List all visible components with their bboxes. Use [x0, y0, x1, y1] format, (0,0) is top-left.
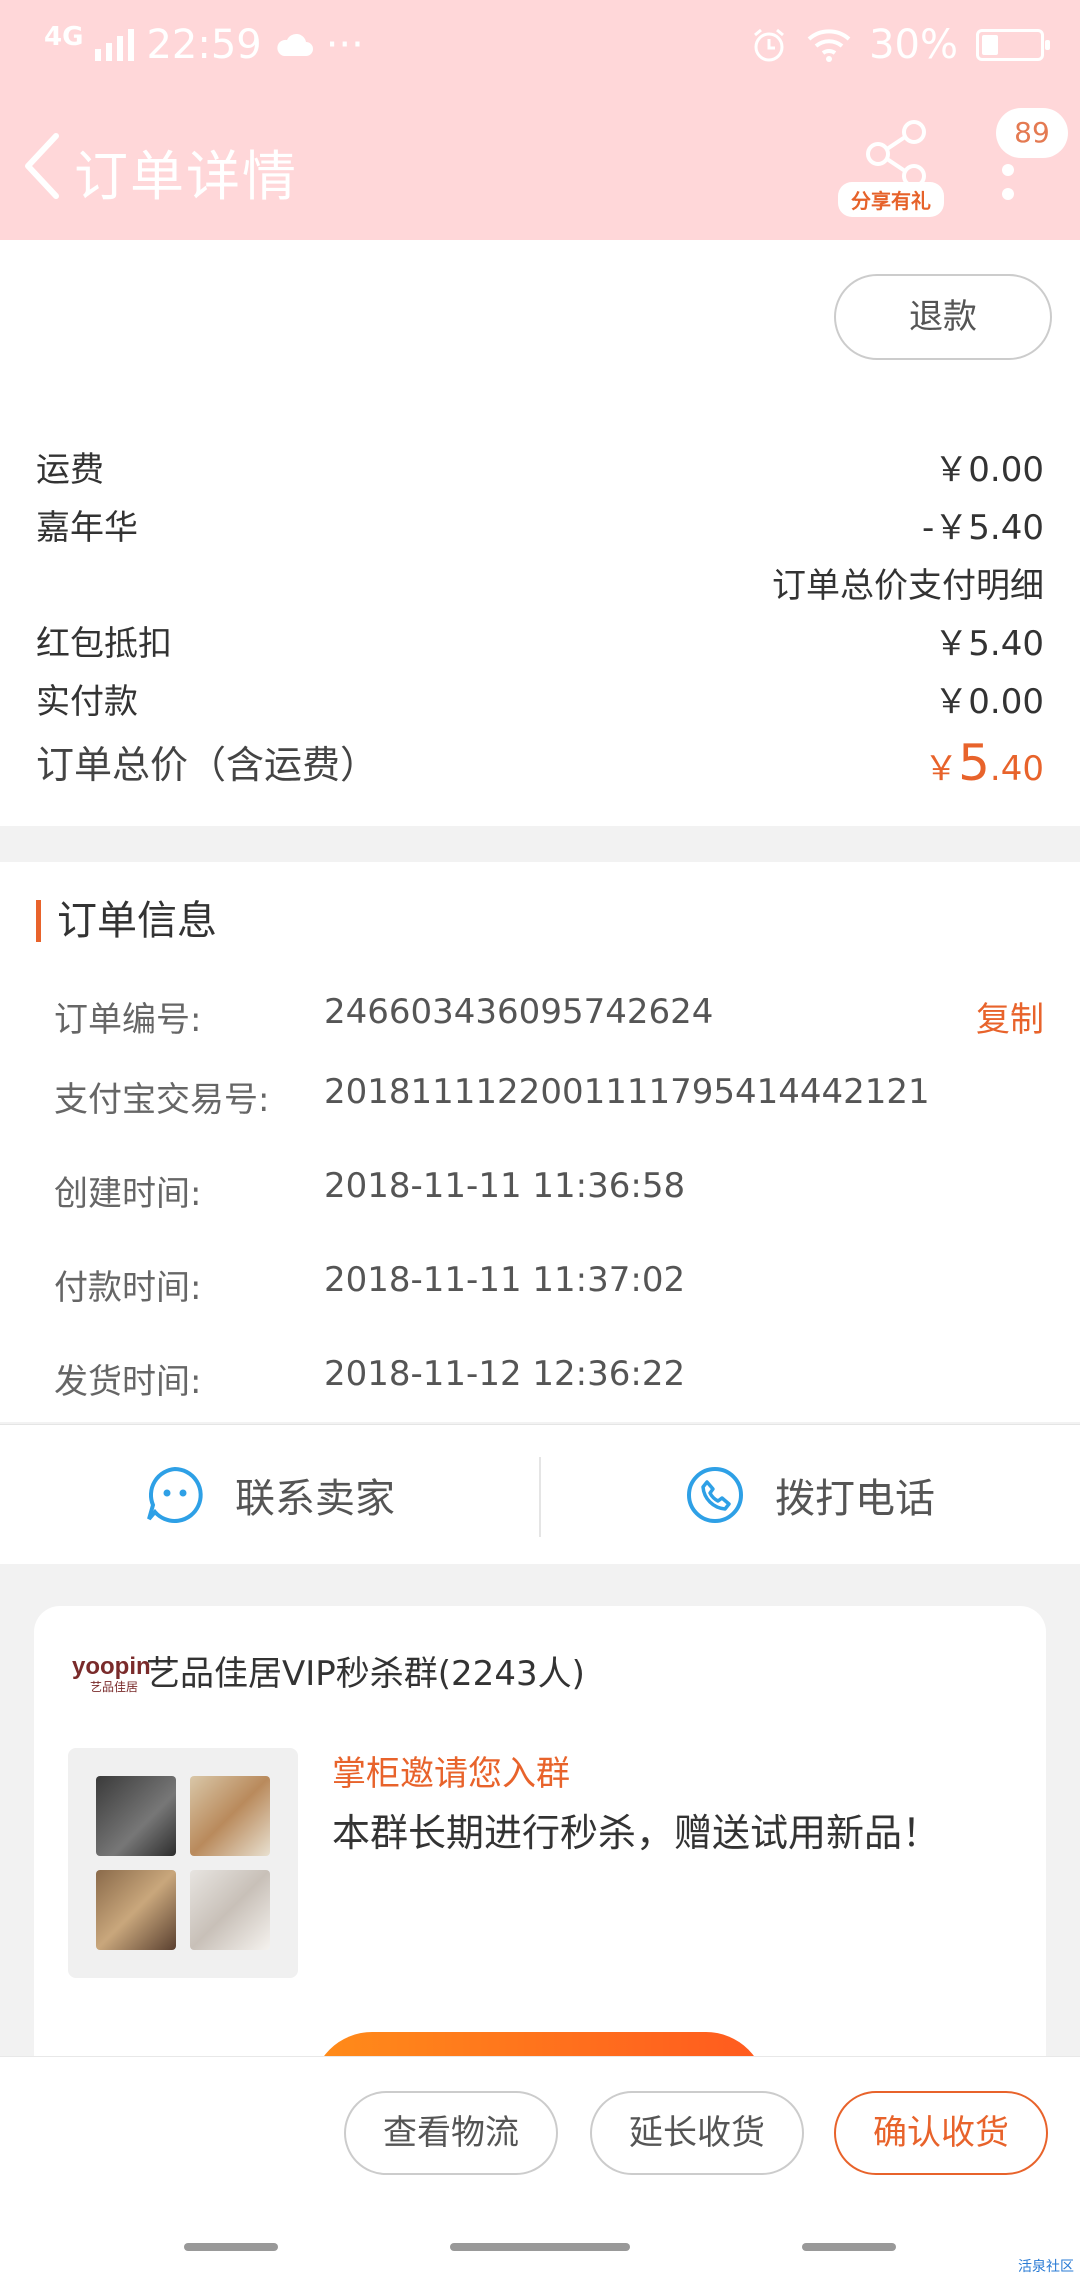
contact-bar: 联系卖家 拨打电话 — [0, 1424, 1080, 1564]
more-icon[interactable] — [1002, 164, 1016, 228]
wifi-icon — [807, 29, 851, 62]
status-left: 4G 22:59 ··· — [44, 22, 364, 68]
contact-seller-label: 联系卖家 — [235, 1476, 395, 1522]
call-phone-label: 拨打电话 — [775, 1476, 935, 1522]
logo-subtext: 艺品佳居 — [90, 1680, 138, 1694]
info-label: 付款时间: — [54, 1268, 202, 1308]
watermark: 活泉社区 — [1018, 2259, 1074, 2275]
clock: 22:59 — [146, 22, 262, 68]
avatar — [190, 1870, 270, 1950]
price-row-redpacket: 红包抵扣 ￥5.40 — [36, 616, 1044, 666]
status-right: 30% — [749, 22, 1050, 68]
total-integer: 5 — [958, 734, 990, 792]
battery-icon — [976, 29, 1050, 61]
price-panel: 退款 运费 ￥0.00 嘉年华 -￥5.40 订单总价支付明细 红包抵扣 ￥5.… — [0, 240, 1080, 826]
price-row-total: 订单总价（含运费） ￥5.40 — [36, 734, 1044, 794]
group-avatars — [68, 1748, 298, 1978]
extend-receipt-button[interactable]: 延长收货 — [590, 2091, 804, 2175]
total-currency: ￥ — [924, 749, 959, 789]
total-value: ￥5.40 — [924, 734, 1044, 792]
price-row-paid: 实付款 ￥0.00 — [36, 674, 1044, 724]
info-label: 发货时间: — [54, 1362, 202, 1402]
price-row-detail-link[interactable]: 订单总价支付明细 — [36, 558, 1044, 608]
order-number: 246603436095742624 — [324, 992, 714, 1032]
cloud-icon — [277, 33, 313, 56]
share-button[interactable]: 分享有礼 — [838, 118, 944, 228]
price-label: 嘉年华 — [36, 508, 138, 548]
price-value: ￥0.00 — [934, 450, 1044, 490]
info-label: 创建时间: — [54, 1174, 202, 1214]
section-title: 订单信息 — [36, 900, 217, 942]
payment-detail-link[interactable]: 订单总价支付明细 — [772, 558, 1044, 607]
info-label: 订单编号: — [54, 1000, 202, 1040]
group-name: 艺品佳居VIP秒杀群(2243人) — [146, 1654, 585, 1694]
invite-title: 掌柜邀请您入群 — [332, 1754, 570, 1794]
nav-gesture-right[interactable] — [802, 2243, 896, 2251]
signal-icon — [95, 29, 135, 61]
page-title: 订单详情 — [74, 145, 298, 208]
price-label: 运费 — [36, 450, 104, 490]
created-time: 2018-11-11 11:36:58 — [324, 1166, 686, 1206]
call-phone-button[interactable]: 拨打电话 — [540, 1425, 1080, 1565]
contact-seller-button[interactable]: 联系卖家 — [0, 1425, 540, 1565]
bottom-action-bar: 查看物流 延长收货 确认收货 活泉社区 — [0, 2056, 1080, 2280]
confirm-receipt-button[interactable]: 确认收货 — [834, 2091, 1048, 2175]
nav-gesture-home[interactable] — [450, 2243, 630, 2251]
price-label: 红包抵扣 — [36, 624, 172, 664]
alarm-icon — [754, 28, 785, 62]
logo-text: yoopin — [72, 1653, 151, 1680]
nav-gesture-left[interactable] — [184, 2243, 278, 2251]
total-label: 订单总价（含运费） — [36, 743, 379, 787]
more-status-icon: ··· — [325, 22, 364, 68]
price-label: 实付款 — [36, 682, 138, 722]
invite-description: 本群长期进行秒杀，赠送试用新品！ — [332, 1811, 941, 1855]
share-icon — [866, 120, 926, 188]
avatar — [96, 1776, 176, 1856]
nav-bar: 订单详情 分享有礼 89 — [0, 96, 1080, 240]
back-icon[interactable] — [18, 126, 68, 206]
paid-time: 2018-11-11 11:37:02 — [324, 1260, 686, 1300]
shipped-time: 2018-11-12 12:36:22 — [324, 1354, 686, 1394]
battery-percent: 30% — [869, 22, 958, 68]
info-label: 支付宝交易号: — [54, 1080, 270, 1120]
price-value: ￥0.00 — [934, 682, 1044, 722]
order-info-panel: 订单信息 订单编号: 246603436095742624 复制 支付宝交易号:… — [0, 862, 1080, 1422]
price-value: ￥5.40 — [934, 624, 1044, 664]
avatar — [96, 1870, 176, 1950]
total-decimal: .40 — [989, 749, 1044, 789]
refund-button[interactable]: 退款 — [834, 274, 1052, 360]
phone-icon — [687, 1467, 743, 1523]
message-badge[interactable]: 89 — [996, 108, 1068, 158]
network-type: 4G — [44, 22, 84, 52]
alipay-trade-no: 2018111122001111795414442121 — [324, 1072, 930, 1112]
copy-button[interactable]: 复制 — [976, 992, 1044, 1041]
view-logistics-button[interactable]: 查看物流 — [344, 2091, 558, 2175]
avatar — [190, 1776, 270, 1856]
price-row-shipping: 运费 ￥0.00 — [36, 442, 1044, 492]
price-value: -￥5.40 — [922, 508, 1044, 548]
share-label: 分享有礼 — [838, 182, 944, 217]
price-row-carnival: 嘉年华 -￥5.40 — [36, 500, 1044, 550]
status-bar: 4G 22:59 ··· 30% — [0, 0, 1080, 96]
chat-icon — [147, 1466, 203, 1523]
